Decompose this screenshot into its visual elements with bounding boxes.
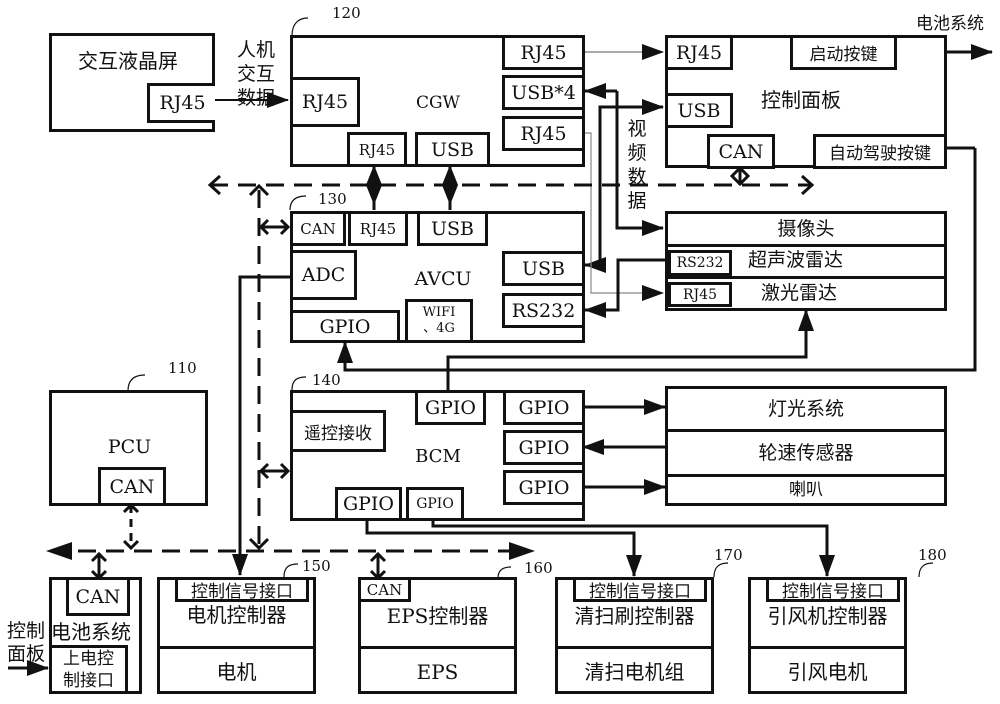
lcd-screen-block: 交互液晶屏 RJ45 (49, 33, 215, 132)
ultrasonic-rs232-port: RS232 (668, 250, 732, 276)
ref-avcu: 130 (318, 190, 347, 208)
cgw-rj45-left: RJ45 (290, 77, 360, 127)
camera-row: 摄像头 (668, 214, 944, 247)
avcu-usb-top-port: USB (417, 211, 488, 246)
hmi-data-label: 人机 交互 数据 (236, 39, 275, 109)
fan-control-signal-port: 控制信号接口 (766, 577, 900, 602)
light-system: 灯光系统 (668, 389, 944, 432)
motor-controller-title: 电机控制器 (186, 603, 287, 627)
pcu-can-port: CAN (98, 467, 166, 506)
avcu-rj45-port: RJ45 (348, 211, 408, 246)
avcu-wifi-4g-port: WIFI 、4G (405, 299, 473, 343)
lidar-label: 激光雷达 (761, 282, 838, 304)
eps-device: EPS (361, 646, 514, 694)
avcu-gpio-port: GPIO (290, 310, 400, 343)
control-panel-input-label: 控制 面板 (7, 620, 46, 665)
avcu-adc-port: ADC (290, 250, 357, 300)
video-data-label: 视 频 数 据 (627, 118, 647, 212)
cgw-block: CGW RJ45 RJ45 USB*4 RJ45 RJ45 USB (290, 35, 585, 167)
avcu-title: AVCU (414, 267, 472, 290)
pcu-title: PCU (107, 435, 152, 458)
cgw-usb4: USB*4 (502, 75, 585, 110)
ref-cgw: 120 (332, 4, 361, 22)
brush-controller-title: 清扫刷控制器 (574, 604, 695, 628)
lcd-title: 交互液晶屏 (78, 49, 178, 73)
cgw-usb-bottom: USB (415, 132, 490, 167)
cgw-rj45-top-right: RJ45 (502, 35, 585, 70)
auto-drive-key-port: 自动驾驶按键 (813, 134, 947, 169)
avcu-usb-right-port: USB (502, 251, 585, 286)
ref-eps: 160 (524, 559, 553, 577)
control-panel-block: 控制面板 RJ45 启动按键 USB CAN 自动驾驶按键 (665, 35, 947, 169)
eps-controller-title: EPS控制器 (386, 604, 489, 628)
remote-receiver: 遥控接收 (290, 410, 386, 452)
cgw-title: CGW (415, 92, 461, 113)
sensor-group-block: 摄像头 超声波雷达 RS232 RJ45 激光雷达 (665, 211, 947, 311)
peripheral-group-block: 灯光系统 轮速传感器 喇叭 (665, 386, 947, 506)
avcu-block: AVCU CAN RJ45 USB ADC USB RS232 GPIO WIF… (290, 211, 585, 343)
battery-system-block: CAN 电池系统 上电控 制接口 (49, 577, 142, 694)
bcm-gpio-right-3: GPIO (503, 470, 585, 505)
sensor-divider (668, 276, 944, 279)
brush-motor-group: 清扫电机组 (558, 646, 711, 694)
start-key-port: 启动按键 (790, 35, 897, 70)
ref-motor: 150 (302, 557, 331, 575)
bcm-gpio-right-1: GPIO (503, 390, 585, 425)
upper-bus-right-arrowhead (800, 174, 815, 196)
cgw-rj45-bottom: RJ45 (347, 132, 407, 167)
brush-control-signal-port: 控制信号接口 (573, 577, 707, 602)
horn: 喇叭 (789, 479, 823, 500)
battery-system-output-label: 电池系统 (916, 14, 984, 34)
ref-brush: 170 (714, 546, 743, 564)
bcm-title: BCM (415, 446, 461, 467)
avcu-rs232-port: RS232 (502, 293, 585, 328)
motor-controller-block: 控制信号接口 电机控制器 电机 (157, 577, 316, 694)
rj45-diamond-link (366, 165, 382, 205)
avcu-can-port: CAN (290, 211, 346, 246)
control-panel-title: 控制面板 (761, 88, 841, 112)
gpio-to-fan (431, 518, 835, 577)
pcu-block: PCU CAN (49, 390, 208, 506)
brush-controller-block: 控制信号接口 清扫刷控制器 清扫电机组 (555, 577, 714, 694)
panel-rj45-port: RJ45 (665, 35, 733, 70)
eps-controller-block: CAN EPS控制器 EPS (358, 577, 517, 694)
fan-motor: 引风电机 (751, 646, 904, 694)
adc-to-motor-line (232, 275, 290, 576)
ultrasonic-radar-label: 超声波雷达 (748, 249, 844, 271)
bcm-gpio-bottom-2: GPIO (406, 487, 464, 521)
bcm-gpio-right-2: GPIO (503, 430, 585, 465)
bcm-block: BCM 遥控接收 GPIO GPIO GPIO GPIO GPIO GPIO (290, 390, 585, 521)
fan-controller-block: 控制信号接口 引风机控制器 引风电机 (748, 577, 907, 694)
upper-bus-left-arrowhead (207, 174, 222, 196)
cgw-rj45-bottom-right: RJ45 (502, 116, 585, 151)
ultrasonic-rs232-link (584, 258, 666, 318)
battery-can-port: CAN (66, 577, 130, 616)
gpio-to-brush (365, 518, 642, 577)
panel-can-port: CAN (707, 134, 775, 169)
fan-controller-title: 引风机控制器 (767, 604, 888, 628)
bcm-gpio-bottom-1: GPIO (335, 487, 402, 521)
usb-diamond-link (442, 165, 458, 205)
power-on-control-port: 上电控 制接口 (49, 645, 128, 694)
ref-fan: 180 (918, 546, 947, 564)
lcd-rj45-port: RJ45 (147, 83, 215, 123)
motor-device: 电机 (160, 646, 313, 694)
battery-system-title: 电池系统 (51, 620, 131, 644)
cgw-lidar-link (585, 132, 664, 301)
ref-bcm: 140 (312, 371, 341, 389)
eps-can-port: CAN (358, 577, 411, 602)
lidar-rj45-port: RJ45 (668, 282, 732, 307)
motor-control-signal-port: 控制信号接口 (175, 577, 309, 602)
panel-usb-port: USB (665, 93, 733, 128)
wheel-speed-sensor: 轮速传感器 (668, 432, 944, 477)
bcm-gpio-top: GPIO (415, 390, 486, 425)
panel-can-link (729, 165, 751, 187)
ref-pcu: 110 (168, 359, 197, 377)
